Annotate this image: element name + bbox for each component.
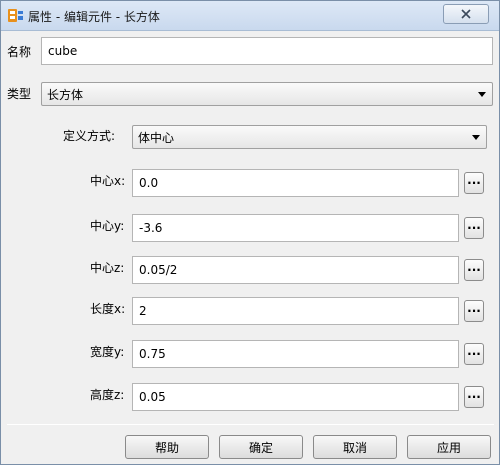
name-field[interactable]: cube	[41, 37, 493, 65]
help-button[interactable]: 帮助	[125, 435, 209, 459]
button-separator	[7, 424, 494, 425]
height-z-field[interactable]: 0.05	[132, 383, 459, 411]
center-x-field[interactable]: 0.0	[132, 169, 459, 197]
type-select[interactable]: 长方体	[41, 82, 493, 106]
center-x-label: 中心x:	[90, 174, 126, 188]
close-icon	[461, 9, 471, 19]
name-label: 名称	[7, 45, 32, 59]
app-icon	[8, 8, 24, 23]
define-method-select[interactable]: 体中心	[132, 125, 487, 149]
center-y-label: 中心y:	[90, 219, 125, 233]
width-y-browse-button[interactable]: ...	[464, 343, 484, 365]
center-y-field[interactable]: -3.6	[132, 214, 459, 242]
center-y-value: -3.6	[139, 221, 163, 235]
center-y-browse-button[interactable]: ...	[464, 217, 484, 239]
center-x-value: 0.0	[139, 176, 159, 190]
length-x-browse-button[interactable]: ...	[464, 300, 484, 322]
height-z-value: 0.05	[139, 390, 166, 404]
length-x-label: 长度x:	[90, 302, 126, 316]
length-x-value: 2	[139, 304, 147, 318]
define-method-label: 定义方式:	[63, 129, 116, 143]
center-z-field[interactable]: 0.05/2	[132, 256, 459, 284]
cancel-button[interactable]: 取消	[313, 435, 397, 459]
width-y-field[interactable]: 0.75	[132, 340, 459, 368]
width-y-label: 宽度y:	[90, 345, 125, 359]
chevron-down-icon	[472, 135, 480, 140]
height-z-label: 高度z:	[90, 388, 125, 402]
define-method-value: 体中心	[138, 130, 175, 145]
length-x-field[interactable]: 2	[132, 297, 459, 325]
type-value: 长方体	[47, 87, 84, 102]
chevron-down-icon	[478, 92, 486, 97]
center-z-value: 0.05/2	[139, 263, 178, 277]
height-z-browse-button[interactable]: ...	[464, 386, 484, 408]
center-z-label: 中心z:	[90, 261, 125, 275]
ok-button[interactable]: 确定	[219, 435, 303, 459]
title-bar[interactable]: 属性 - 编辑元件 - 长方体	[1, 1, 499, 31]
properties-dialog: 属性 - 编辑元件 - 长方体 名称 cube 类型 长方体 定义方式: 体中心…	[0, 0, 500, 465]
name-value: cube	[48, 44, 78, 58]
window-title: 属性 - 编辑元件 - 长方体	[28, 10, 160, 24]
close-button[interactable]	[443, 4, 489, 24]
width-y-value: 0.75	[139, 347, 166, 361]
type-label: 类型	[7, 87, 32, 101]
apply-button[interactable]: 应用	[407, 435, 491, 459]
center-z-browse-button[interactable]: ...	[464, 259, 484, 281]
center-x-browse-button[interactable]: ...	[464, 172, 484, 194]
